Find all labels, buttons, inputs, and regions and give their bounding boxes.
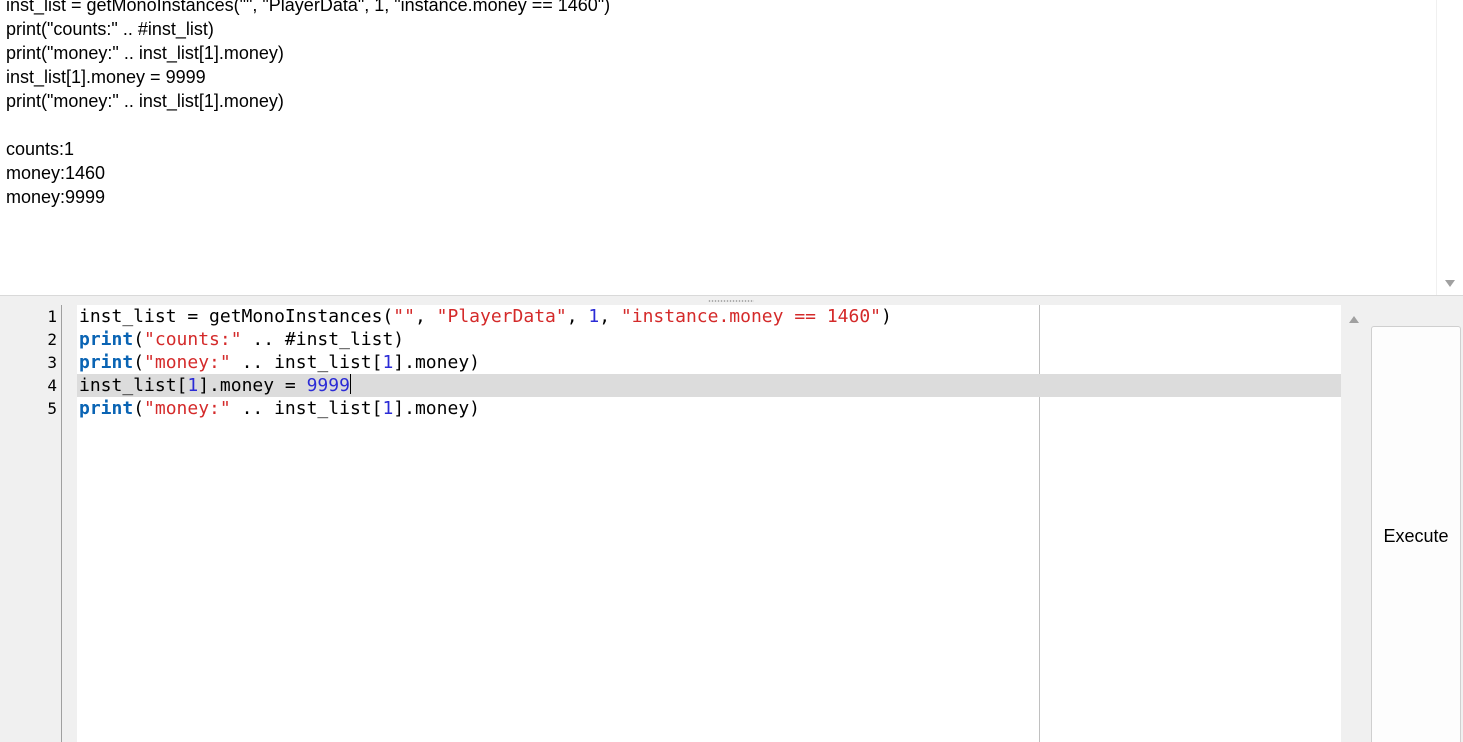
code-token: inst_list = getMonoInstances( [79,306,394,327]
editor-scrollbar[interactable] [1341,305,1366,742]
output-line: inst_list = getMonoInstances("", "Player… [6,0,611,15]
code-token: ( [133,352,145,373]
output-pane[interactable]: inst_list = getMonoInstances("", "Player… [0,0,1463,296]
code-token: .. #inst_list) [241,329,405,350]
code-token: ) [881,306,892,327]
code-editor[interactable]: 1 2 3 4 5 inst_list = getMonoInstances("", "… [0,305,1366,742]
number-token: 1 [588,306,600,327]
code-token: ].money) [393,398,480,419]
code-token: ].money) [393,352,480,373]
scroll-up-arrow-icon[interactable] [1349,316,1359,323]
output-line: inst_list[1].money = 9999 [6,67,206,87]
code-line[interactable]: print("money:" .. inst_list[1].money) [79,397,480,420]
code-line[interactable]: print("money:" .. inst_list[1].money) [79,351,480,374]
string-token: "money:" [144,352,231,373]
output-line: print("money:" .. inst_list[1].money) [6,91,284,111]
output-text: inst_list = getMonoInstances("", "Player… [6,0,1426,209]
text-caret [349,374,351,394]
output-line: money:9999 [6,187,106,207]
line-number: 2 [47,330,57,349]
splitter-grip-icon[interactable] [708,300,754,302]
code-line[interactable]: inst_list[1].money = 9999 [79,374,351,397]
code-token: , [599,306,621,327]
code-line[interactable]: inst_list = getMonoInstances("", "Player… [79,305,892,328]
code-line[interactable]: print("counts:" .. #inst_list) [79,328,404,351]
line-number-gutter: 1 2 3 4 5 [0,305,62,742]
number-token: 9999 [306,375,350,396]
output-line: counts:1 [6,139,75,159]
code-token: .. inst_list[ [230,398,383,419]
string-token: "money:" [144,398,231,419]
keyword-token: print [79,329,134,350]
code-token: ].money = [198,375,307,396]
keyword-token: print [79,352,134,373]
code-text-area[interactable]: inst_list = getMonoInstances("", "Player… [77,305,1341,742]
scroll-down-arrow-icon[interactable] [1445,280,1455,287]
number-token: 1 [382,398,394,419]
code-token: ( [133,398,145,419]
code-token: ( [133,329,145,350]
line-number: 1 [47,307,57,326]
string-token: "PlayerData" [436,306,567,327]
edge-guide-line [1039,305,1040,742]
output-line: print("counts:" .. #inst_list) [6,19,214,39]
line-number: 4 [47,376,57,395]
code-token: , [566,306,589,327]
line-number: 3 [47,353,57,372]
line-number: 5 [47,399,57,418]
string-token: "counts:" [144,329,242,350]
code-token: .. inst_list[ [230,352,383,373]
execute-button[interactable]: Execute [1371,326,1461,742]
number-token: 1 [187,375,199,396]
output-line: print("money:" .. inst_list[1].money) [6,43,284,63]
output-line: money:1460 [6,163,106,183]
keyword-token: print [79,398,134,419]
code-token: inst_list[ [79,375,188,396]
code-token: , [414,306,437,327]
output-scrollbar[interactable] [1436,0,1463,295]
number-token: 1 [382,352,394,373]
string-token: "instance.money == 1460" [620,306,882,327]
string-token: "" [393,306,415,327]
